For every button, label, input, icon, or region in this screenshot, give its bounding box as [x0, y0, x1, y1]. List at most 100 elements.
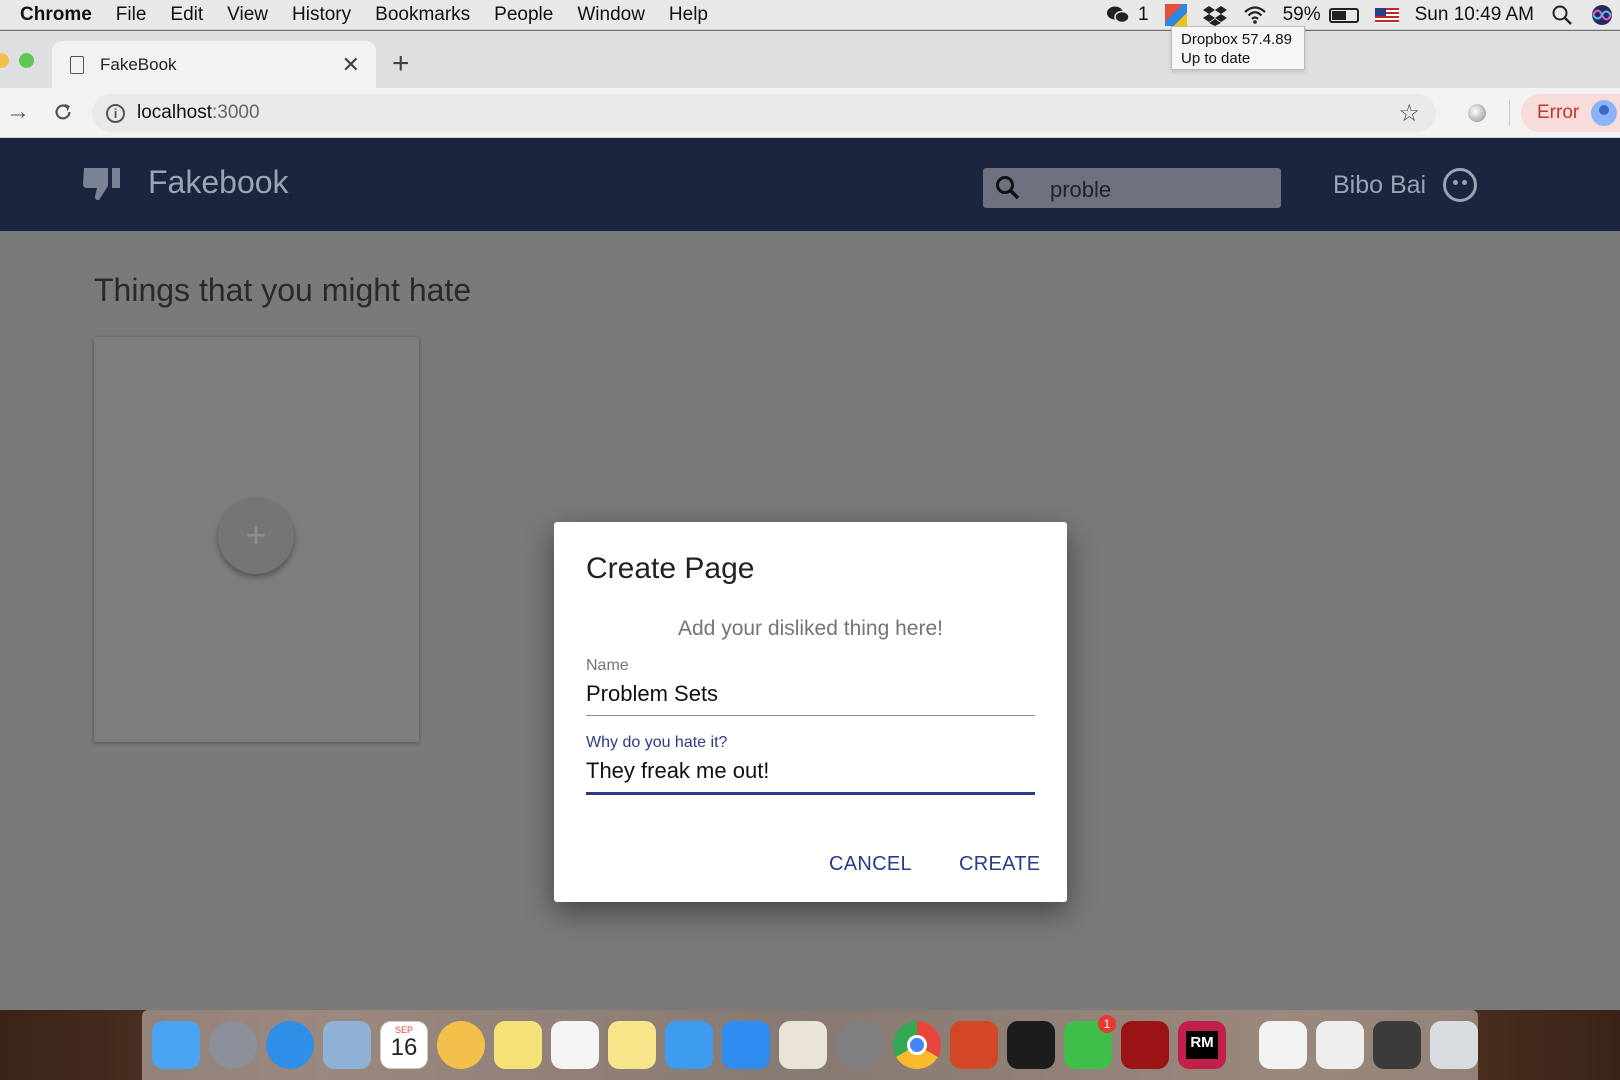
chrome-center [907, 1035, 927, 1055]
menu-view[interactable]: View [227, 4, 268, 26]
photos-icon[interactable] [437, 1021, 485, 1069]
page-favicon-icon [70, 55, 84, 74]
color-app-icon[interactable] [1164, 4, 1187, 26]
preview-icon[interactable] [323, 1021, 371, 1069]
messages-icon[interactable] [665, 1021, 713, 1069]
wechat-icon[interactable]: 1 [1064, 1015, 1116, 1069]
reminders-icon[interactable] [551, 1021, 599, 1069]
site-info-icon[interactable]: i [106, 103, 125, 123]
minimize-window-button[interactable] [0, 53, 9, 68]
battery-icon [1328, 7, 1359, 23]
name-field-label: Name [586, 657, 629, 674]
battery-fill [1331, 10, 1346, 20]
tooltip-line-1: Dropbox 57.4.89 [1181, 31, 1292, 48]
tab-title: FakeBook [100, 54, 177, 74]
dialog-subtitle: Add your disliked thing here! [678, 617, 943, 640]
close-tab-icon[interactable]: ✕ [342, 52, 360, 78]
menu-window[interactable]: Window [577, 4, 645, 26]
wifi-icon[interactable] [1243, 4, 1267, 26]
menu-people[interactable]: People [494, 4, 553, 26]
url-host: localhost [137, 102, 212, 123]
battery-percent: 59% [1282, 4, 1321, 25]
zoom-window-button[interactable] [19, 53, 34, 68]
url-text[interactable]: localhost:3000 [137, 102, 260, 124]
name-input[interactable] [586, 681, 1035, 715]
launchpad-icon[interactable] [209, 1021, 257, 1069]
rubymine-label: RM [1186, 1031, 1218, 1059]
notes-icon[interactable] [608, 1021, 656, 1069]
profile-avatar-icon [1591, 100, 1618, 126]
rubymine-icon[interactable]: RM [1178, 1021, 1226, 1069]
username[interactable]: Bibo Bai [1333, 171, 1426, 200]
forward-button[interactable]: → [6, 98, 30, 126]
profile-error-button[interactable]: Error [1521, 94, 1620, 132]
name-field: Name [586, 657, 1035, 716]
new-tab-button[interactable]: + [392, 47, 410, 81]
wechat-status-icon [1107, 6, 1130, 24]
page-heading: Things that you might hate [94, 272, 472, 308]
wechat-status-item[interactable]: 1 [1106, 4, 1149, 26]
document-icon[interactable] [1259, 1021, 1307, 1069]
app-title[interactable]: Fakebook [148, 164, 289, 201]
search-icon [996, 176, 1020, 200]
spotlight-search-icon[interactable] [1550, 4, 1574, 26]
menu-clock[interactable]: Sun 10:49 AM [1415, 4, 1534, 26]
tab-fakebook[interactable]: FakeBook ✕ [52, 41, 376, 88]
dock: SEP 16 1 RM [142, 1010, 1478, 1080]
system-preferences-icon[interactable] [836, 1021, 884, 1069]
dock-apps: SEP 16 1 RM [152, 1015, 1235, 1069]
search-input[interactable] [1050, 176, 1270, 204]
chrome-icon[interactable] [893, 1021, 941, 1069]
us-flag-input-icon[interactable] [1374, 7, 1399, 23]
create-button[interactable]: CREATE [959, 853, 1040, 876]
thumbs-down-logo-icon[interactable] [82, 166, 122, 202]
menu-history[interactable]: History [292, 4, 351, 26]
search-bar [983, 168, 1281, 208]
tab-strip: FakeBook ✕ + [0, 31, 1620, 88]
add-page-button[interactable]: + [218, 498, 294, 574]
app-store-icon[interactable] [722, 1021, 770, 1069]
dialog-title: Create Page [586, 552, 755, 585]
wechat-dock-badge: 1 [1098, 1015, 1116, 1033]
menu-bar: Chrome File Edit View History Bookmarks … [0, 0, 1620, 30]
dock-documents [1259, 1021, 1487, 1069]
toolbar-divider [1509, 100, 1510, 126]
browser-toolbar: → i localhost:3000 ☆ Error [0, 88, 1620, 138]
calendar-icon[interactable]: SEP 16 [380, 1021, 428, 1069]
web-page: Fakebook Bibo Bai Things that you might … [0, 138, 1620, 1010]
tooltip-line-2: Up to date [1181, 50, 1251, 67]
reason-input[interactable] [586, 758, 1035, 792]
acrobat-icon[interactable] [1121, 1021, 1169, 1069]
url-port: :3000 [212, 102, 260, 123]
dropbox-icon[interactable] [1202, 4, 1227, 26]
profile-error-label: Error [1537, 102, 1580, 123]
battery-status[interactable]: 59% [1283, 4, 1359, 26]
user-face-icon[interactable] [1443, 168, 1477, 202]
app-header: Fakebook Bibo Bai [0, 138, 1620, 231]
menu-help[interactable]: Help [669, 4, 708, 26]
menu-edit[interactable]: Edit [170, 4, 203, 26]
address-bar[interactable]: i localhost:3000 ☆ [92, 94, 1436, 132]
safari-icon[interactable] [266, 1021, 314, 1069]
stickies-icon[interactable] [494, 1021, 542, 1069]
screen-stack-icon[interactable] [1373, 1021, 1421, 1069]
extension-icon[interactable] [1468, 104, 1486, 122]
bookmark-star-icon[interactable]: ☆ [1398, 99, 1420, 128]
menu-file[interactable]: File [116, 4, 147, 26]
terminal-icon[interactable] [1007, 1021, 1055, 1069]
create-page-dialog: Create Page Add your disliked thing here… [554, 522, 1067, 902]
menu-bookmarks[interactable]: Bookmarks [375, 4, 470, 26]
wechat-count: 1 [1138, 4, 1149, 25]
siri-icon[interactable] [1590, 4, 1614, 26]
powerpoint-icon[interactable] [950, 1021, 998, 1069]
menu-app-name[interactable]: Chrome [20, 4, 92, 26]
pdf-stack-icon[interactable] [1316, 1021, 1364, 1069]
reason-field-label: Why do you hate it? [586, 734, 728, 751]
dropbox-tooltip: Dropbox 57.4.89 Up to date [1171, 26, 1305, 70]
textedit-icon[interactable] [779, 1021, 827, 1069]
cancel-button[interactable]: CANCEL [829, 853, 912, 876]
finder-icon[interactable] [152, 1021, 200, 1069]
reload-icon[interactable] [52, 101, 74, 123]
reason-field: Why do you hate it? [586, 734, 1035, 795]
trash-icon[interactable] [1430, 1021, 1478, 1069]
